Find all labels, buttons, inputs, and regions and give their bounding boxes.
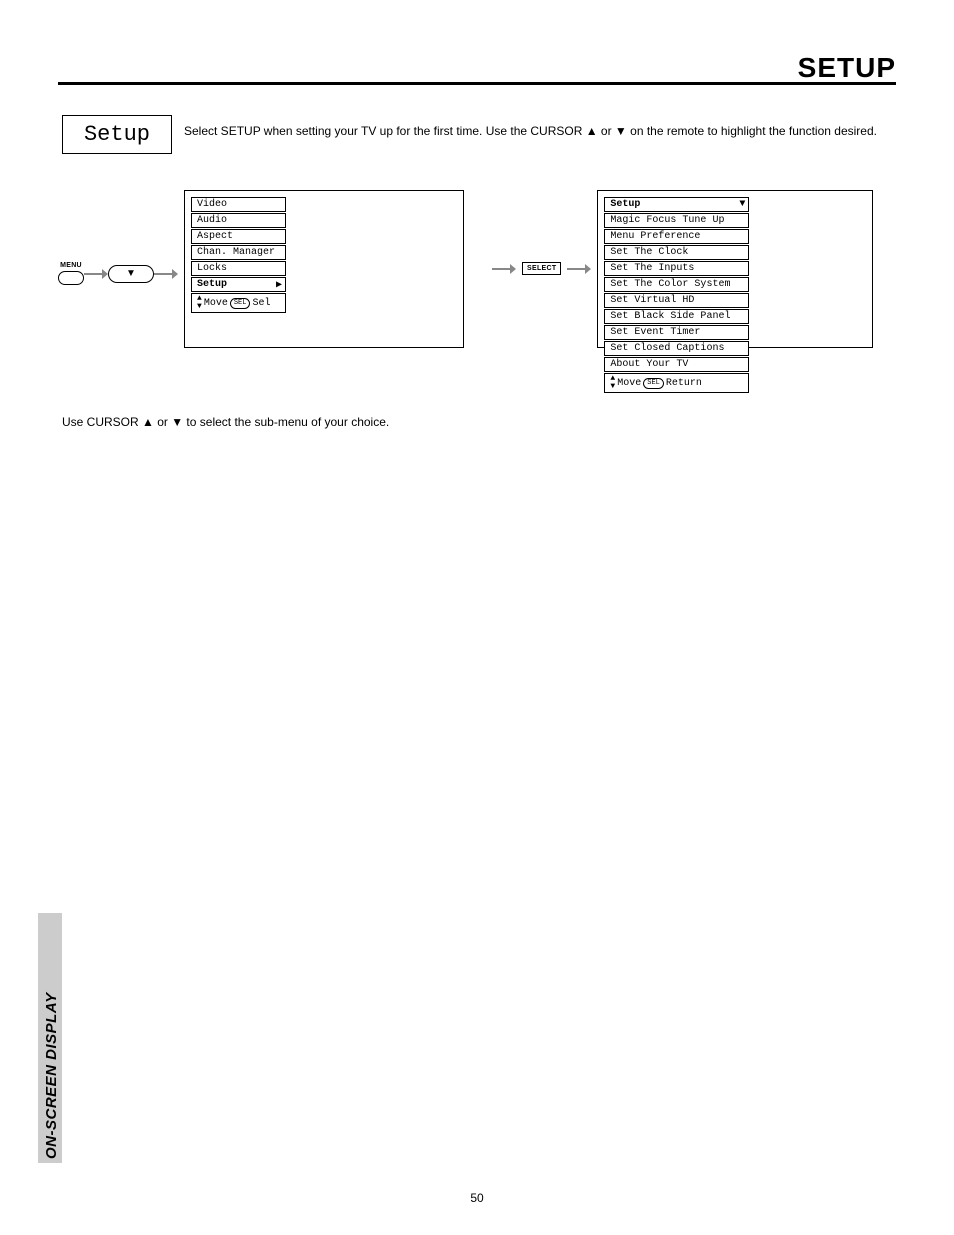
move-updown-icon: ▲▼	[610, 375, 615, 391]
osd-setup-header: Setup ▼	[604, 197, 749, 212]
osd-item: Audio	[191, 213, 286, 228]
remote-select-group: SELECT	[492, 262, 591, 275]
arrow-icon	[84, 269, 108, 279]
osd-setup-item: Menu Preference	[604, 229, 749, 244]
osd-setup-menu: Setup ▼ Magic Focus Tune Up Menu Prefere…	[597, 190, 873, 348]
sub-instruction-text: Use CURSOR ▲ or ▼ to select the sub-menu…	[62, 415, 896, 429]
osd-setup-item: About Your TV	[604, 357, 749, 372]
select-button: SELECT	[522, 262, 561, 275]
menu-button-wrap: MENU	[58, 262, 84, 285]
osd-setup-item: Set The Color System	[604, 277, 749, 292]
osd-item-label: Setup	[197, 279, 227, 290]
footer-return-label: Return	[666, 378, 702, 389]
arrow-icon	[154, 269, 178, 279]
remote-menu-group: MENU ▼	[58, 262, 178, 285]
osd-setup-item: Set Event Timer	[604, 325, 749, 340]
sel-button-icon: SEL	[230, 298, 251, 309]
osd-setup-item: Magic Focus Tune Up	[604, 213, 749, 228]
move-updown-icon: ▲▼	[197, 295, 202, 311]
osd-item: Video	[191, 197, 286, 212]
menu-label: MENU	[58, 262, 84, 269]
osd-item-selected: Setup ▶	[191, 277, 286, 292]
side-section-tab: ON-SCREEN DISPLAY	[38, 913, 66, 1163]
osd-setup-footer: ▲▼ Move SEL Return	[604, 373, 749, 393]
osd-setup-item: Set The Inputs	[604, 261, 749, 276]
down-triangle-icon: ▼	[126, 269, 136, 279]
osd-main-menu: Video Audio Aspect Chan. Manager Locks S…	[184, 190, 464, 348]
menu-button	[58, 271, 84, 285]
cursor-down-button: ▼	[108, 265, 154, 283]
section-title-box: Setup	[62, 115, 172, 154]
osd-setup-header-label: Setup	[610, 199, 640, 210]
arrow-icon	[567, 264, 591, 274]
osd-setup-item: Set Black Side Panel	[604, 309, 749, 324]
osd-footer: ▲▼ Move SEL Sel	[191, 293, 286, 313]
footer-move-label: Move	[204, 298, 228, 309]
section-title: Setup	[84, 122, 150, 147]
footer-move-label: Move	[617, 378, 641, 389]
osd-setup-item: Set The Clock	[604, 245, 749, 260]
header-rule	[58, 82, 896, 85]
osd-setup-item: Set Closed Captions	[604, 341, 749, 356]
page-number: 50	[0, 1191, 954, 1205]
arrow-icon	[492, 264, 516, 274]
intro-text: Select SETUP when setting your TV up for…	[184, 123, 896, 139]
chevron-right-icon: ▶	[276, 279, 282, 291]
osd-item: Chan. Manager	[191, 245, 286, 260]
chevron-down-icon: ▼	[739, 199, 745, 210]
side-tab-label: ON-SCREEN DISPLAY	[43, 992, 60, 1159]
osd-item: Locks	[191, 261, 286, 276]
sel-button-icon: SEL	[643, 378, 664, 389]
figure-row: MENU ▼ Video Audio Aspect Chan. Manager …	[58, 190, 896, 348]
footer-sel-label: Sel	[252, 298, 270, 309]
page-title: SETUP	[798, 52, 896, 84]
osd-item: Aspect	[191, 229, 286, 244]
osd-setup-item: Set Virtual HD	[604, 293, 749, 308]
